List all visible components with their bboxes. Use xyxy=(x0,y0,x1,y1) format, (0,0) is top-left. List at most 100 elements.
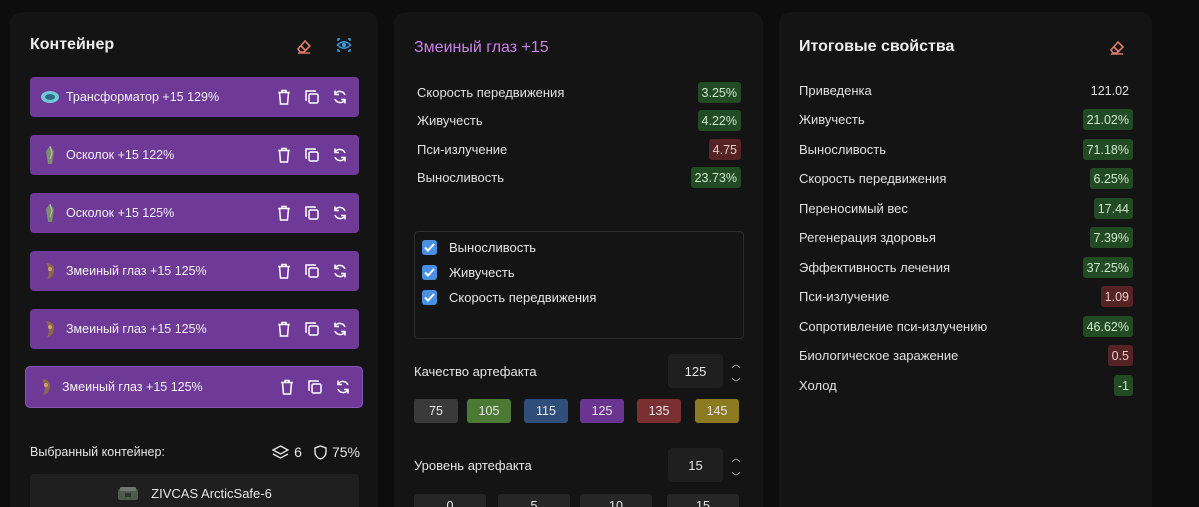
property-name: Пси-излучение xyxy=(799,289,890,304)
totals-panel: Итоговые свойства Приведенка 121.02 Живуче… xyxy=(779,12,1152,507)
eye-icon[interactable] xyxy=(333,34,355,56)
checkmark-icon[interactable] xyxy=(422,240,437,255)
refresh-icon[interactable] xyxy=(330,204,349,223)
quality-option-button[interactable]: 115 xyxy=(524,399,568,423)
artifact-item[interactable]: Змеиный глаз +15 125% xyxy=(26,367,362,407)
property-value: 71.18% xyxy=(1082,139,1133,160)
property-checkbox[interactable]: Живучесть xyxy=(422,265,515,280)
level-option-button[interactable]: 0 xyxy=(414,494,486,507)
totals-title: Итоговые свойства xyxy=(799,38,955,55)
checkmark-icon[interactable] xyxy=(422,290,437,305)
checkmark-icon[interactable] xyxy=(422,265,437,280)
total-property-row: Эффективность лечения 37.25% xyxy=(799,257,1133,278)
property-value: 7.39% xyxy=(1089,227,1133,248)
chevron-up-icon[interactable]: ︿ xyxy=(731,451,740,464)
property-name: Выносливость xyxy=(417,170,504,185)
artifact-item[interactable]: Змеиный глаз +15 125% xyxy=(30,309,359,349)
shard-artifact-icon xyxy=(40,145,60,165)
refresh-icon[interactable] xyxy=(330,88,349,107)
container-title: Контейнер xyxy=(30,36,115,53)
copy-icon[interactable] xyxy=(305,378,324,397)
artifact-item[interactable]: Трансформатор +15 129% xyxy=(30,77,359,117)
transformer-artifact-icon xyxy=(40,87,60,107)
total-property-row: Живучесть 21.02% xyxy=(799,109,1133,130)
copy-icon[interactable] xyxy=(302,262,321,281)
slots-value: 6 xyxy=(294,444,302,460)
copy-icon[interactable] xyxy=(302,146,321,165)
chevron-down-icon[interactable]: ﹀ xyxy=(731,376,740,389)
container-card[interactable]: ZIVCAS ArcticSafe-6 xyxy=(30,474,359,507)
artifact-item[interactable]: Осколок +15 125% xyxy=(30,193,359,233)
property-value: 46.62% xyxy=(1082,316,1133,337)
property-name: Приведенка xyxy=(799,83,872,98)
copy-icon[interactable] xyxy=(302,320,321,339)
artifact-item[interactable]: Осколок +15 122% xyxy=(30,135,359,175)
total-property-row: Переносимый вес 17.44 xyxy=(799,198,1133,219)
container-name: ZIVCAS ArcticSafe-6 xyxy=(151,486,272,501)
artifact-property-row: Живучесть 4.22% xyxy=(417,110,741,131)
quality-stepper[interactable]: ︿ ﹀ xyxy=(730,357,742,389)
property-checkbox[interactable]: Выносливость xyxy=(422,240,536,255)
total-property-row: Холод -1 xyxy=(799,375,1133,396)
eraser-icon[interactable] xyxy=(293,35,315,57)
refresh-icon[interactable] xyxy=(330,146,349,165)
total-property-row: Приведенка 121.02 xyxy=(799,80,1133,101)
trash-icon[interactable] xyxy=(274,146,293,165)
checkbox-label: Живучесть xyxy=(449,265,515,280)
property-value: 1.09 xyxy=(1100,286,1133,307)
level-stepper[interactable]: ︿ ﹀ xyxy=(730,451,742,483)
checkbox-label: Выносливость xyxy=(449,240,536,255)
layers-icon xyxy=(272,444,290,459)
quality-option-button[interactable]: 135 xyxy=(637,399,681,423)
shield-icon xyxy=(314,444,327,460)
property-value: -1 xyxy=(1113,375,1133,396)
copy-icon[interactable] xyxy=(302,88,321,107)
quality-option-button[interactable]: 125 xyxy=(580,399,624,423)
checkbox-label: Скорость передвижения xyxy=(449,290,597,305)
property-name: Холод xyxy=(799,378,837,393)
quality-option-button[interactable]: 145 xyxy=(695,399,739,423)
refresh-icon[interactable] xyxy=(330,262,349,281)
property-value: 17.44 xyxy=(1093,198,1133,219)
protection-stat: 75% xyxy=(314,444,360,460)
artifact-item-label: Змеиный глаз +15 125% xyxy=(66,322,207,336)
level-input[interactable]: 15 xyxy=(668,448,723,482)
artifact-title: Змеиный глаз +15 xyxy=(414,39,549,56)
chevron-down-icon[interactable]: ﹀ xyxy=(731,470,740,483)
quality-input[interactable]: 125 xyxy=(668,354,723,388)
total-property-row: Скорость передвижения 6.25% xyxy=(799,168,1133,189)
protection-value: 75% xyxy=(331,444,360,460)
trash-icon[interactable] xyxy=(274,320,293,339)
property-name: Пси-излучение xyxy=(417,142,508,157)
property-checkbox[interactable]: Скорость передвижения xyxy=(422,290,596,305)
selected-container-row: Выбранный контейнер: 6 75% xyxy=(30,444,360,460)
quality-option-button[interactable]: 105 xyxy=(467,399,511,423)
property-value: 3.25% xyxy=(697,82,741,103)
artifact-item[interactable]: Змеиный глаз +15 125% xyxy=(30,251,359,291)
property-name: Скорость передвижения xyxy=(417,85,565,100)
chevron-up-icon[interactable]: ︿ xyxy=(731,357,740,370)
artifact-panel: Змеиный глаз +15 Скорость передвижения 3.… xyxy=(394,12,763,507)
snake-eye-artifact-icon xyxy=(40,319,60,339)
trash-icon[interactable] xyxy=(274,262,293,281)
refresh-icon[interactable] xyxy=(330,320,349,339)
trash-icon[interactable] xyxy=(274,88,293,107)
total-property-row: Выносливость 71.18% xyxy=(799,139,1133,160)
trash-icon[interactable] xyxy=(277,378,296,397)
copy-icon[interactable] xyxy=(302,204,321,223)
property-name: Эффективность лечения xyxy=(799,260,951,275)
property-value: 23.73% xyxy=(690,167,741,188)
quality-option-button[interactable]: 75 xyxy=(414,399,458,423)
property-value: 21.02% xyxy=(1082,109,1133,130)
quality-label: Качество артефакта xyxy=(414,364,537,379)
artifact-property-row: Выносливость 23.73% xyxy=(417,167,741,188)
level-option-button[interactable]: 5 xyxy=(498,494,570,507)
property-name: Биологическое заражение xyxy=(799,348,959,363)
level-option-button[interactable]: 10 xyxy=(580,494,652,507)
level-option-button[interactable]: 15 xyxy=(667,494,739,507)
artifact-item-label: Змеиный глаз +15 125% xyxy=(66,264,207,278)
property-name: Регенерация здоровья xyxy=(799,230,936,245)
trash-icon[interactable] xyxy=(274,204,293,223)
refresh-icon[interactable] xyxy=(333,378,352,397)
eraser-icon[interactable] xyxy=(1106,36,1128,58)
